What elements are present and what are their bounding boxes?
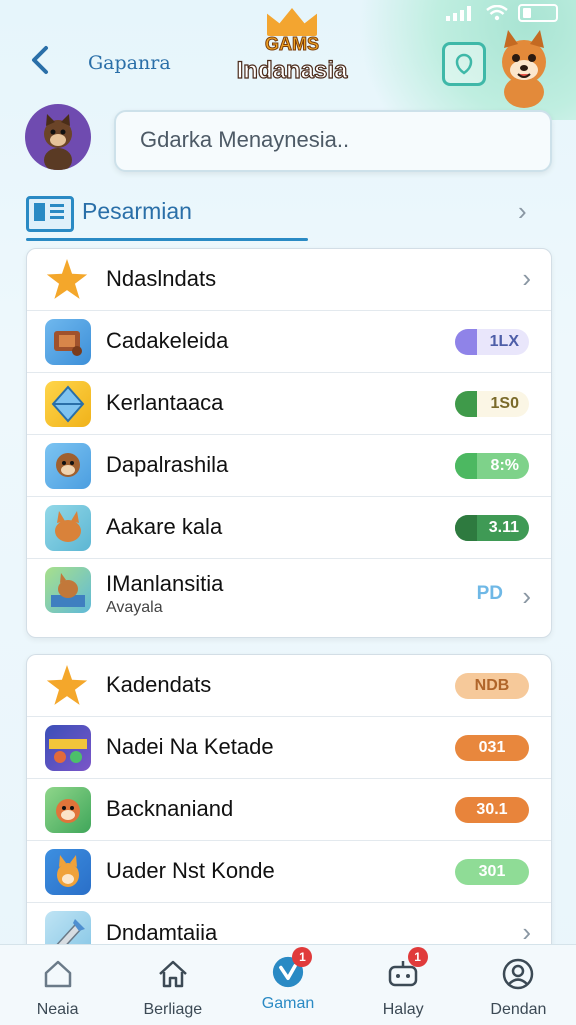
game-thumbnail (45, 567, 91, 613)
search-input[interactable] (116, 112, 554, 168)
logo-top-text: GAMS (265, 34, 320, 55)
game-thumbnail (45, 443, 91, 489)
crown-icon (267, 8, 317, 36)
nav-item-home[interactable]: Neaia (0, 945, 115, 1025)
status-badge: 1S0 (455, 391, 529, 417)
shield-icon (455, 53, 473, 75)
mascot-illustration (502, 30, 546, 108)
shield-button[interactable] (442, 42, 486, 86)
status-badge: 8:% (455, 453, 529, 479)
chevron-right-icon: › (522, 581, 531, 611)
notification-badge: 1 (292, 947, 313, 967)
nav-label: Halay (382, 1001, 424, 1018)
star-icon (46, 259, 88, 299)
chevron-right-icon: › (522, 263, 531, 293)
wifi-icon (486, 5, 508, 21)
profile-icon (503, 958, 534, 990)
status-badge: 031 (455, 735, 529, 761)
logo-name-text: Indanasia (236, 56, 348, 84)
home-icon (44, 960, 71, 988)
nav-label: Neaia (36, 1001, 79, 1018)
list-item[interactable]: IManlansitia Avayala PD › (27, 559, 551, 637)
item-title: Dapalrashila (106, 452, 229, 477)
nav-item-profile[interactable]: Dendan (461, 945, 576, 1025)
nav-label: Gaman (261, 995, 315, 1012)
status-bar (446, 4, 558, 22)
item-tag: PD (476, 583, 503, 604)
nav-item-gaman[interactable]: 1 Gaman (230, 945, 345, 1025)
chevron-left-icon (32, 46, 48, 74)
item-title: Aakare kala (106, 514, 223, 539)
item-subtitle: Avayala (106, 599, 163, 616)
list-item[interactable]: Dapalrashila 8:% (27, 435, 551, 497)
section-label: Pesarmian (82, 198, 192, 224)
game-thumbnail (45, 505, 91, 551)
nav-label: Dendan (490, 1001, 547, 1018)
star-icon (46, 665, 88, 705)
status-badge: 1LX (455, 329, 529, 355)
list-item[interactable]: Kerlantaaca 1S0 (27, 373, 551, 435)
item-title: Nadei Na Ketade (106, 734, 274, 759)
chevron-right-icon[interactable]: › (518, 196, 527, 227)
item-title: Kerlantaaca (106, 390, 224, 415)
back-button[interactable] (26, 42, 54, 78)
notification-badge: 1 (407, 947, 428, 967)
item-title: Cadakeleida (106, 328, 229, 353)
card-header-row[interactable]: Kadendats NDB (27, 655, 551, 717)
status-badge: 301 (455, 859, 529, 885)
game-thumbnail (45, 787, 91, 833)
item-title: Uader Nst Konde (106, 858, 275, 883)
game-thumbnail (45, 849, 91, 895)
tab-underline (26, 238, 308, 241)
game-thumbnail (45, 725, 91, 771)
list-card-2: Kadendats NDB Nadei Na Ketade 031 Backna… (26, 654, 552, 955)
card-header-row[interactable]: Ndaslndats › (27, 249, 551, 311)
game-thumbnail (45, 319, 91, 365)
item-title: Backnaniand (106, 796, 234, 821)
nav-item-heritage[interactable]: Berliage (115, 945, 230, 1025)
search-box[interactable] (114, 110, 554, 172)
avatar[interactable] (25, 104, 91, 170)
avatar-character-icon (44, 114, 72, 170)
tab-section[interactable]: Pesarmian (26, 190, 308, 242)
card-title: Ndaslndats (106, 266, 217, 291)
status-badge: 30.1 (455, 797, 529, 823)
list-card-1: Ndaslndats › Cadakeleida 1LX Kerlantaaca… (26, 248, 552, 638)
home-outline-icon (158, 960, 187, 988)
item-title: Dndamtaiia (106, 920, 218, 945)
game-thumbnail (45, 381, 91, 427)
nav-item-play[interactable]: 1 Halay (346, 945, 461, 1025)
list-item[interactable]: Backnaniand 30.1 (27, 779, 551, 841)
card-title: Kadendats (106, 672, 212, 697)
bottom-nav: Neaia Berliage 1 Gaman 1 Halay Dendan (0, 944, 576, 1025)
status-badge: NDB (455, 673, 529, 699)
list-item[interactable]: Nadei Na Ketade 031 (27, 717, 551, 779)
signal-icon (446, 6, 471, 21)
app-logo: GAMS Indanasia (222, 8, 362, 88)
back-label[interactable]: Gapanra (88, 52, 171, 74)
battery-icon (518, 4, 558, 22)
status-badge: 3.11 (455, 515, 529, 541)
list-item[interactable]: Aakare kala 3.11 (27, 497, 551, 559)
item-title: IManlansitia (106, 571, 224, 596)
nav-label: Berliage (143, 1001, 203, 1018)
list-item[interactable]: Uader Nst Konde 301 (27, 841, 551, 903)
news-icon (26, 196, 74, 232)
list-item[interactable]: Cadakeleida 1LX (27, 311, 551, 373)
